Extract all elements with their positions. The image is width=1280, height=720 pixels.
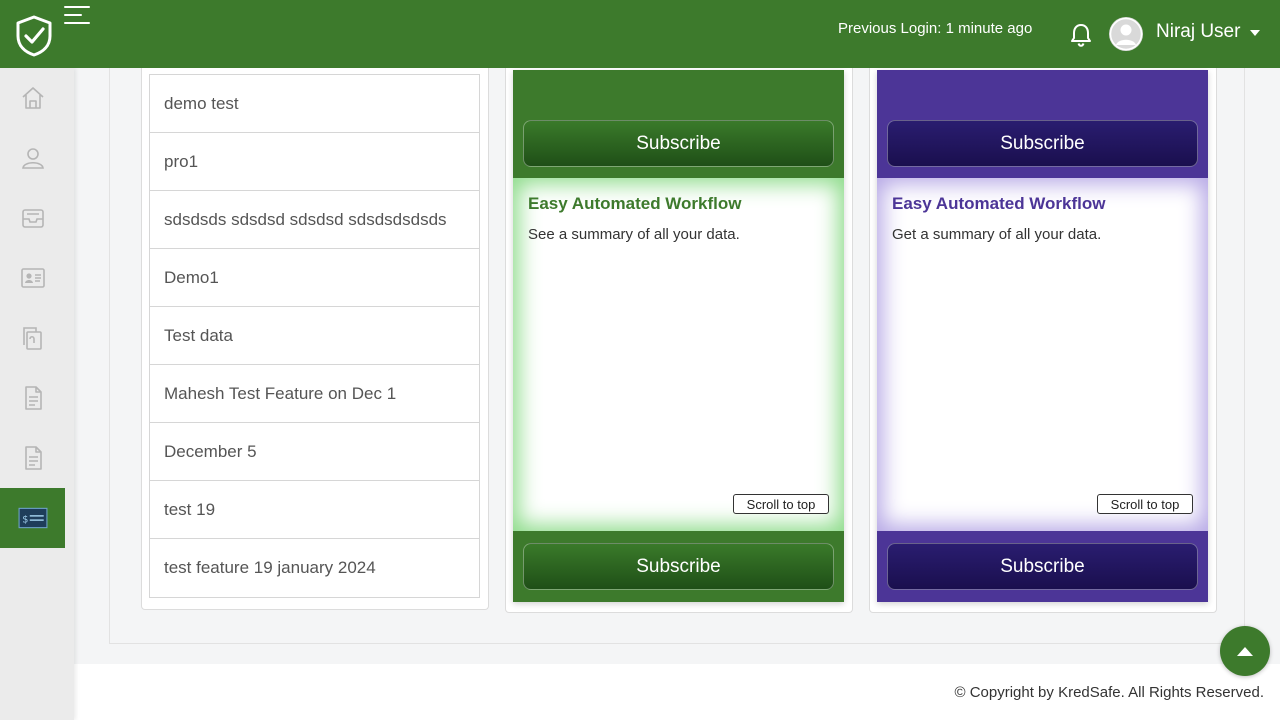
billing-icon: $: [18, 507, 47, 529]
copyright-text: © Copyright by KredSafe. All Rights Rese…: [954, 684, 1264, 701]
scroll-to-top-button[interactable]: Scroll to top: [733, 494, 829, 514]
home-icon: [21, 87, 44, 109]
chevron-down-icon[interactable]: [1250, 30, 1260, 36]
inbox-icon: [21, 209, 44, 228]
list-item: demo test: [150, 75, 479, 133]
feature-list: demo test pro1 sdsdsds sdsdsd sdsdsd sds…: [149, 74, 480, 598]
svg-text:$: $: [22, 514, 28, 525]
shield-check-icon[interactable]: [14, 14, 54, 58]
plan-description: Get a summary of all your data.: [892, 226, 1102, 243]
sidebar-item-documents[interactable]: [0, 308, 65, 368]
plan-description: See a summary of all your data.: [528, 226, 740, 243]
previous-login-text: Previous Login: 1 minute ago: [838, 20, 1033, 37]
sidebar-item-reports[interactable]: [0, 428, 65, 488]
file-icon: [24, 386, 42, 410]
list-item: pro1: [150, 133, 479, 191]
plan-footer: Subscribe: [513, 531, 844, 602]
id-card-icon: [20, 268, 45, 288]
sidebar-item-profile[interactable]: [0, 128, 65, 188]
top-bar: Previous Login: 1 minute ago Niraj User: [0, 0, 1280, 68]
list-item: Demo1: [150, 249, 479, 307]
list-item: test feature 19 january 2024: [164, 558, 376, 577]
user-icon: [21, 148, 44, 169]
footer: © Copyright by KredSafe. All Rights Rese…: [74, 664, 1280, 720]
plan-header: Subscribe: [513, 70, 844, 178]
plan-footer: Subscribe: [877, 531, 1208, 602]
list-item: sdsdsds sdsdsd sdsdsd sdsdsdsdsds: [150, 191, 479, 249]
plan-title: Easy Automated Workflow: [528, 194, 742, 213]
file-text-icon: [24, 446, 42, 470]
subscribe-button[interactable]: Subscribe: [887, 543, 1198, 590]
subscribe-button[interactable]: Subscribe: [523, 120, 834, 167]
scroll-to-top-button[interactable]: Scroll to top: [1097, 494, 1193, 514]
avatar[interactable]: [1109, 17, 1143, 51]
subscribe-button[interactable]: Subscribe: [523, 543, 834, 590]
sidebar: $: [0, 68, 74, 720]
list-item: test 19: [150, 481, 479, 539]
sidebar-item-contacts[interactable]: [0, 248, 65, 308]
documents-icon: [22, 327, 42, 350]
plan-header: Subscribe: [877, 70, 1208, 178]
bell-icon[interactable]: [1069, 22, 1093, 48]
plan-purple: Subscribe Easy Automated Workflow Get a …: [877, 70, 1208, 602]
back-to-top-button[interactable]: [1220, 626, 1270, 676]
user-menu-name[interactable]: Niraj User: [1156, 21, 1240, 43]
plan-green: Subscribe Easy Automated Workflow See a …: [513, 70, 844, 602]
plan-body: Easy Automated Workflow See a summary of…: [513, 178, 844, 531]
list-item: December 5: [150, 423, 479, 481]
plan-body: Easy Automated Workflow Get a summary of…: [877, 178, 1208, 531]
subscribe-button[interactable]: Subscribe: [887, 120, 1198, 167]
sidebar-item-home[interactable]: [0, 68, 65, 128]
sidebar-item-files[interactable]: [0, 368, 65, 428]
sidebar-item-billing[interactable]: $: [0, 488, 65, 548]
arrow-up-icon: [1237, 646, 1253, 656]
list-item: Mahesh Test Feature on Dec 1: [150, 365, 479, 423]
list-item: Test data: [150, 307, 479, 365]
plan-title: Easy Automated Workflow: [892, 194, 1106, 213]
menu-toggle-icon[interactable]: [64, 6, 92, 28]
sidebar-item-inbox[interactable]: [0, 188, 65, 248]
